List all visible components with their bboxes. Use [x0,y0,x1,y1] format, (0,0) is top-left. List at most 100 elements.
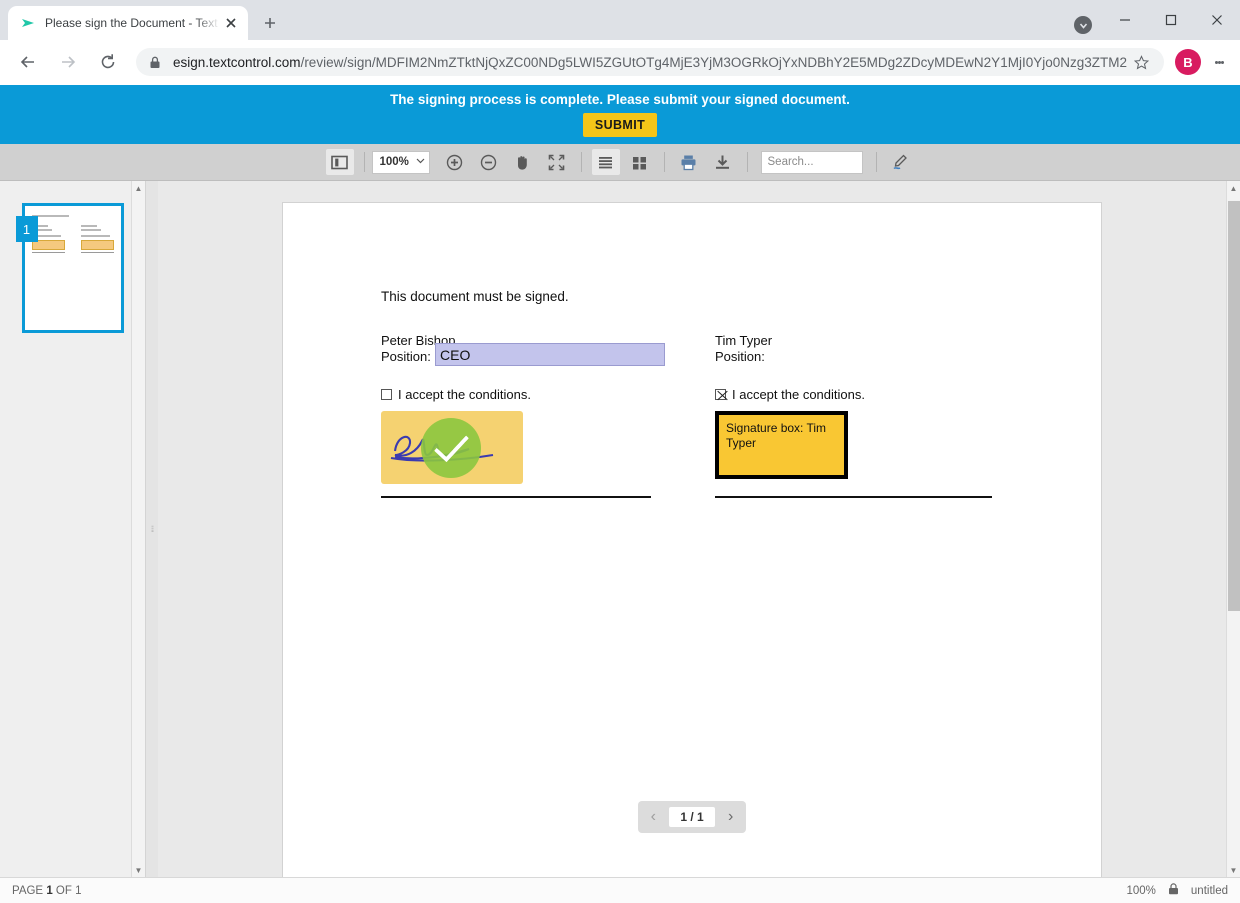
signer-position-row: Position: [715,349,1005,365]
scroll-up-icon[interactable]: ▲ [1227,181,1240,195]
scroll-down-icon[interactable]: ▼ [132,863,145,877]
page-prefix: PAGE [12,884,44,897]
thumbnail-page-1[interactable]: 1 [15,203,124,333]
lock-icon [149,56,163,69]
document-name: untitled [1190,884,1228,897]
scroll-up-icon[interactable]: ▲ [132,181,145,195]
toolbar-divider [746,152,748,172]
signature-area: Signature box: Tim Typer [715,411,1005,501]
signature-box-drawn[interactable] [381,411,523,484]
update-chevron-icon[interactable] [1074,16,1092,34]
position-label: Position: [715,349,765,364]
search-input[interactable]: Search... [760,150,863,174]
signer-position-row: Position: CEO [381,343,671,366]
window-controls [1102,0,1240,40]
new-tab-button[interactable] [256,9,284,37]
mini-line [80,235,111,237]
accept-checkbox[interactable] [381,389,392,400]
position-label: Position: [381,349,431,364]
toolbar-divider [875,152,877,172]
signature-line [715,496,992,498]
url-domain: esign.textcontrol.com [173,54,301,70]
window-close-icon[interactable] [1194,4,1240,36]
fullscreen-icon[interactable] [543,149,571,175]
document-scroll: This document must be signed. Peter Bish… [158,181,1226,877]
printer-icon[interactable] [675,149,703,175]
grid-view-icon[interactable] [626,149,654,175]
chevron-right-icon[interactable]: › [720,806,742,828]
download-icon[interactable] [709,149,737,175]
position-input[interactable]: CEO [435,343,665,366]
thumbnail-preview [25,206,121,330]
sidebar-panel-icon[interactable] [325,149,354,175]
thumbnail-scrollbar[interactable]: ▲ ▼ [131,181,145,877]
toolbar-divider [363,152,365,172]
thumbnail-pane: 1 ▲ ▼ [0,181,146,877]
thumbnail-page-number: 1 [15,216,38,242]
viewer-workspace: 1 ▲ ▼ ⦙⦙ This document must be signed. P… [0,181,1240,877]
url-path: /review/sign/MDFIM2NmZTktNjQxZC00NDg5LWI… [300,54,1128,70]
chevron-down-icon [416,156,425,168]
close-icon[interactable] [222,14,240,32]
page-navigation: ‹ 1 / 1 › [638,801,746,833]
page-status: PAGE 1 OF 1 [12,885,82,897]
avatar[interactable]: B [1175,49,1201,75]
accept-label: I accept the conditions. [398,387,531,402]
tab-strip: Please sign the Document - Text C [0,0,1240,40]
signature-area [381,411,671,501]
send-arrow-icon [20,15,36,31]
scroll-down-icon[interactable]: ▼ [1227,863,1240,877]
zoom-in-icon[interactable] [441,149,469,175]
signer-name: Tim Typer [715,333,773,348]
submit-button[interactable]: SUBMIT [582,113,658,137]
mini-rule [31,252,65,253]
signature-box-placeholder[interactable]: Signature box: Tim Typer [715,411,848,479]
page-middle: OF [55,884,72,897]
status-zoom: 100% [1126,884,1156,897]
address-bar[interactable]: esign.textcontrol.com/review/sign/MDFIM2… [136,48,1164,76]
accept-label: I accept the conditions. [732,387,865,402]
browser-toolbar: esign.textcontrol.com/review/sign/MDFIM2… [0,40,1240,85]
scrollbar-thumb[interactable] [1228,201,1240,611]
arrow-left-icon[interactable] [14,48,42,76]
browser-window: Please sign the Document - Text C esign.… [0,0,1240,903]
more-vertical-icon[interactable] [1206,49,1232,75]
lock-icon [1168,883,1179,898]
chevron-left-icon[interactable]: ‹ [642,806,664,828]
signature-line [381,496,651,498]
zoom-level-value: 100% [379,156,409,168]
maximize-icon[interactable] [1148,4,1194,36]
mini-line [80,225,97,227]
page-total: 1 [75,884,82,897]
pane-splitter[interactable]: ⦙⦙ [146,181,158,877]
banner-message: The signing process is complete. Please … [390,92,850,107]
list-view-icon[interactable] [591,149,620,175]
accept-checkbox[interactable] [715,389,726,400]
mini-signature [80,240,114,250]
browser-tab[interactable]: Please sign the Document - Text C [8,6,248,40]
accept-conditions-row: I accept the conditions. [715,387,1005,402]
star-icon[interactable] [1128,49,1154,75]
reload-icon[interactable] [94,48,122,76]
hand-icon[interactable] [509,149,537,175]
signer-block-right: Tim Typer Position: I accept the conditi… [715,333,1005,501]
document-intro-text: This document must be signed. [381,289,569,304]
arrow-right-icon[interactable] [54,48,82,76]
mini-rule [80,252,114,253]
signature-pen-icon[interactable] [887,149,915,175]
status-banner: The signing process is complete. Please … [0,85,1240,144]
document-scrollbar[interactable]: ▲ ▼ [1226,181,1240,877]
minimize-icon[interactable] [1102,4,1148,36]
mini-column [80,225,114,253]
viewer-toolbar: 100% Search... [0,144,1240,181]
status-bar: PAGE 1 OF 1 100% untitled [0,877,1240,903]
status-right-group: 100% untitled [1126,883,1228,898]
page-indicator: 1 / 1 [669,807,715,827]
accept-conditions-row: I accept the conditions. [381,387,671,402]
address-bar-url: esign.textcontrol.com/review/sign/MDFIM2… [173,55,1128,70]
signer-block-left: Peter Bishop Position: CEO I accept the … [381,333,671,501]
zoom-out-icon[interactable] [475,149,503,175]
toolbar-divider [663,152,665,172]
mini-columns [31,225,114,253]
zoom-level-select[interactable]: 100% [371,150,430,174]
